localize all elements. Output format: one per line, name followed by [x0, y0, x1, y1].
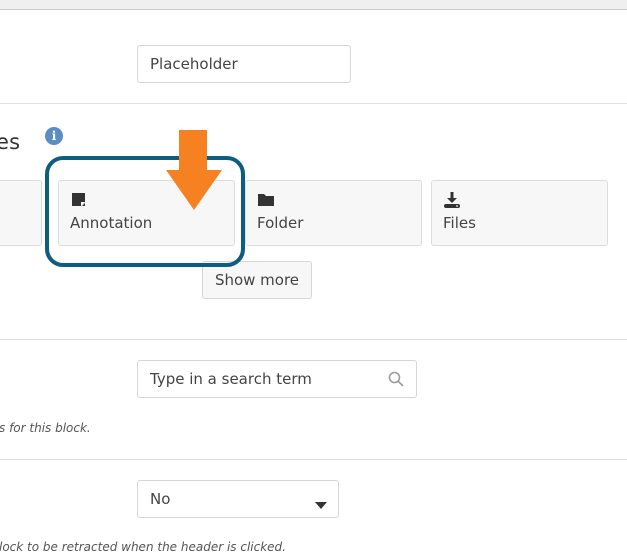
section-title: es — [0, 130, 21, 154]
download-icon — [443, 191, 461, 209]
collapse-select[interactable]: No — [137, 480, 339, 518]
section-divider — [0, 339, 627, 340]
search-icon[interactable] — [388, 371, 404, 387]
type-tile-label: Folder — [257, 214, 304, 232]
search-input-placeholder: Type in a search term — [150, 370, 312, 388]
type-tile-label: Annotation — [70, 214, 153, 232]
type-tile-partial[interactable] — [0, 180, 42, 246]
section-divider — [0, 103, 627, 104]
show-more-button[interactable]: Show more — [202, 261, 312, 299]
section-divider — [0, 459, 627, 460]
type-tile-folder[interactable]: Folder — [245, 180, 422, 246]
type-tile-label: Files — [443, 214, 476, 232]
sticky-note-icon — [70, 191, 88, 209]
caret-down-icon — [315, 496, 327, 514]
type-tile-annotation[interactable]: Annotation — [58, 180, 235, 246]
type-tile-files[interactable]: Files — [431, 180, 608, 246]
info-circle-icon[interactable]: i — [45, 127, 63, 145]
search-input[interactable]: Type in a search term — [137, 360, 417, 398]
collapse-select-value: No — [150, 490, 171, 508]
search-help-text: s for this block. — [0, 421, 91, 435]
folder-icon — [257, 191, 275, 209]
top-toolbar-strip — [0, 0, 627, 10]
placeholder-input[interactable]: Placeholder — [137, 45, 351, 83]
collapse-help-text: lock to be retracted when the header is … — [0, 540, 286, 554]
placeholder-input-text: Placeholder — [150, 55, 238, 73]
